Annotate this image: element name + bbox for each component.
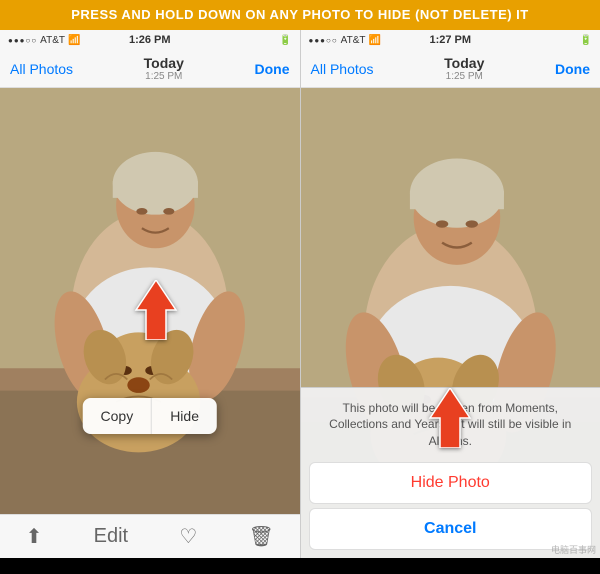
copy-menu-item[interactable]: Copy	[83, 398, 153, 434]
right-status-bar: ●●●○○ AT&T 📶 1:27 PM 🔋	[301, 30, 600, 50]
right-signal-dots: ●●●○○	[309, 36, 338, 45]
right-nav-center: Today 1:25 PM	[444, 55, 484, 82]
right-photo-area: This photo will be hidden from Moments, …	[301, 88, 600, 558]
right-nav-subtitle: 1:25 PM	[444, 71, 484, 82]
battery-icon: 🔋	[279, 35, 291, 46]
left-status-left: ●●●○○ AT&T 📶	[8, 35, 80, 46]
left-nav-bar: All Photos Today 1:25 PM Done	[0, 50, 300, 88]
left-photo-area: Copy Hide	[0, 88, 300, 514]
right-battery-icon: 🔋	[580, 35, 592, 46]
nav-title: Today	[144, 55, 184, 71]
right-all-photos-link[interactable]: All Photos	[311, 61, 374, 77]
done-button[interactable]: Done	[255, 61, 290, 77]
left-bottom-toolbar: ⬆ Edit ♡ 🗑	[0, 514, 300, 558]
trash-icon[interactable]: 🗑	[248, 524, 273, 549]
right-wifi-icon: 📶	[369, 35, 381, 46]
all-photos-link[interactable]: All Photos	[10, 61, 73, 77]
carrier: AT&T	[40, 35, 65, 46]
left-phone-panel: ●●●○○ AT&T 📶 1:26 PM 🔋 All Photos Today …	[0, 30, 301, 558]
right-status-right: 🔋	[580, 35, 592, 46]
right-nav-title: Today	[444, 55, 484, 71]
phones-container: ●●●○○ AT&T 📶 1:26 PM 🔋 All Photos Today …	[0, 30, 600, 558]
wifi-icon: 📶	[68, 35, 80, 46]
right-phone-panel: ●●●○○ AT&T 📶 1:27 PM 🔋 All Photos Today …	[301, 30, 600, 558]
arrow-indicator-left	[131, 280, 181, 340]
watermark: 电脑百事网	[551, 543, 596, 556]
time-display: 1:26 PM	[129, 34, 171, 46]
nav-subtitle: 1:25 PM	[144, 71, 184, 82]
context-menu: Copy Hide	[83, 398, 217, 434]
right-status-left: ●●●○○ AT&T 📶	[309, 35, 381, 46]
banner-text: PRESS AND HOLD DOWN ON ANY PHOTO TO HIDE…	[71, 7, 529, 22]
right-done-button[interactable]: Done	[555, 61, 590, 77]
left-status-right: 🔋	[279, 35, 291, 46]
share-icon[interactable]: ⬆	[26, 524, 43, 549]
nav-center: Today 1:25 PM	[144, 55, 184, 82]
hide-photo-button[interactable]: Hide Photo	[309, 462, 593, 504]
instruction-banner: PRESS AND HOLD DOWN ON ANY PHOTO TO HIDE…	[0, 0, 600, 30]
right-time-display: 1:27 PM	[429, 34, 471, 46]
signal-dots: ●●●○○	[8, 36, 37, 45]
left-status-bar: ●●●○○ AT&T 📶 1:26 PM 🔋	[0, 30, 300, 50]
heart-icon[interactable]: ♡	[179, 524, 197, 549]
right-carrier: AT&T	[341, 35, 366, 46]
cancel-button[interactable]: Cancel	[309, 508, 593, 550]
edit-label[interactable]: Edit	[94, 525, 128, 548]
hide-menu-item[interactable]: Hide	[152, 398, 217, 434]
arrow-indicator-right	[425, 388, 475, 448]
right-nav-bar: All Photos Today 1:25 PM Done	[301, 50, 600, 88]
